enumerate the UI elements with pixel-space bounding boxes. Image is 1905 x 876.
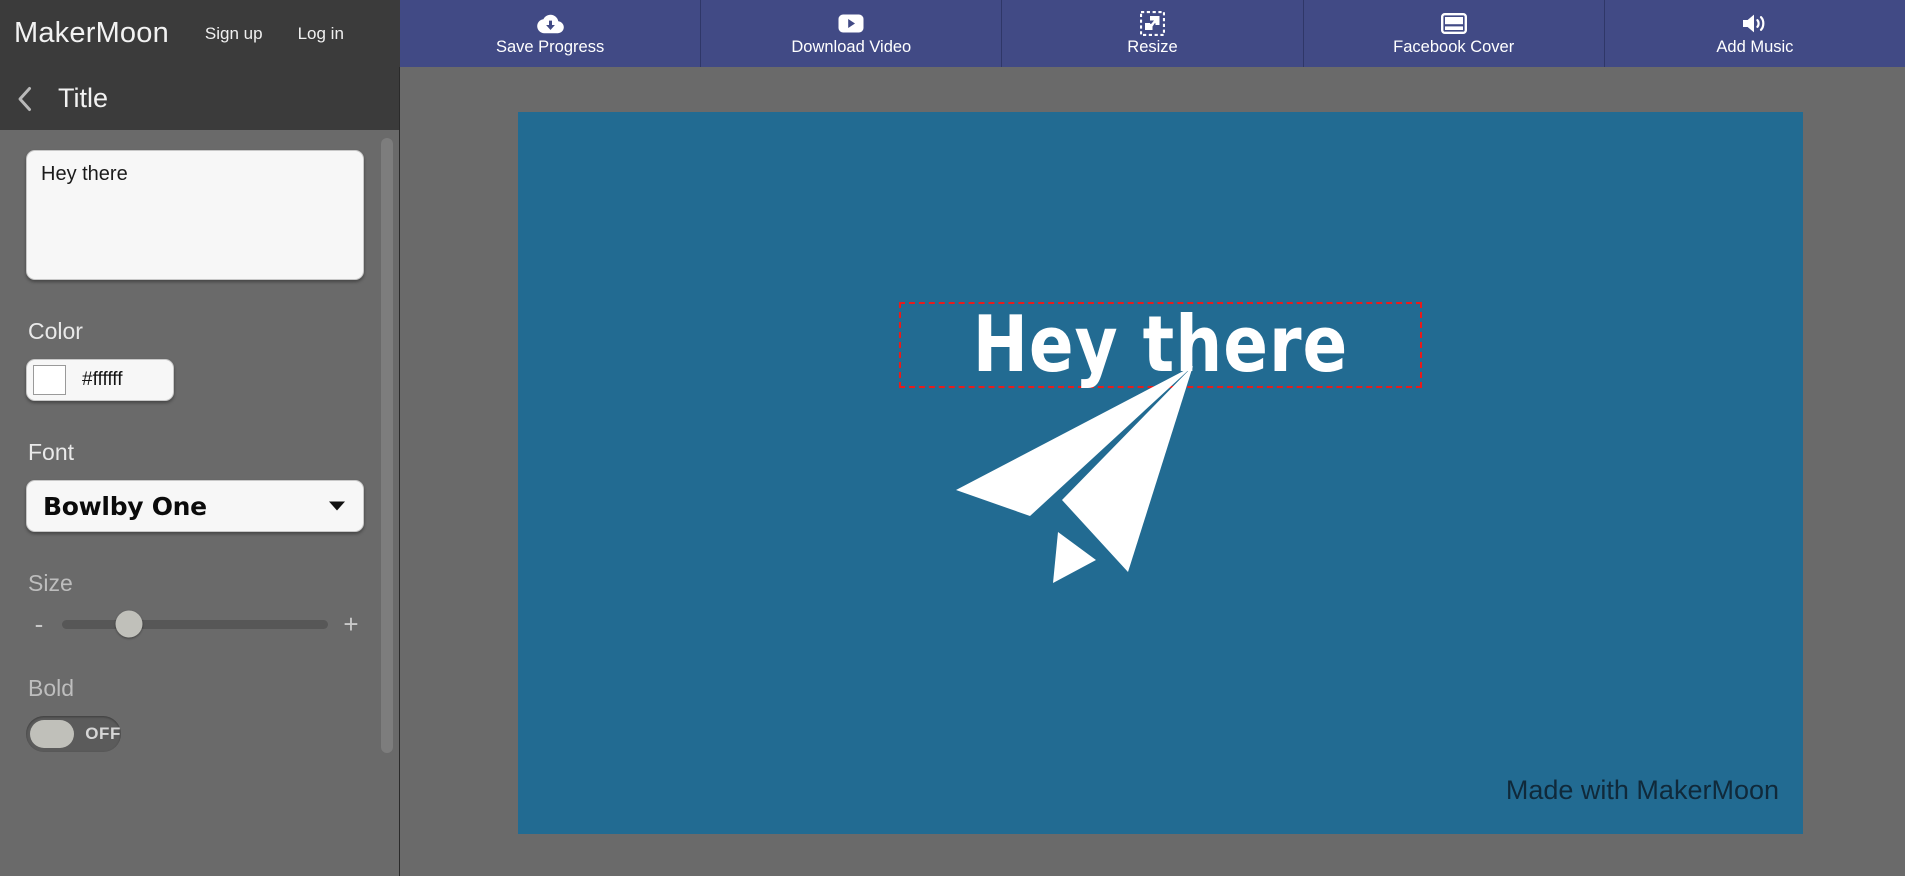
size-label: Size <box>28 570 73 596</box>
color-label: Color <box>28 318 83 344</box>
panel-body: Color #ffffff Font Bowlby One Size - + B… <box>0 130 399 752</box>
size-slider-track[interactable] <box>62 610 328 638</box>
add-music-button[interactable]: Add Music <box>1604 0 1905 67</box>
color-hex-value: #ffffff <box>82 369 123 390</box>
bold-toggle-state: OFF <box>85 724 121 743</box>
settings-sidebar: Title Color #ffffff Font Bowlby One Size… <box>0 67 400 876</box>
size-slider-row: - + <box>26 610 364 638</box>
page-title: Title <box>58 83 109 113</box>
login-link[interactable]: Log in <box>298 24 344 44</box>
size-slider-thumb[interactable] <box>115 610 142 638</box>
bold-toggle-knob <box>30 720 75 748</box>
watermark: Made with MakerMoon <box>1505 775 1779 805</box>
font-label: Font <box>28 439 75 465</box>
bold-label: Bold <box>28 675 75 701</box>
video-play-icon <box>838 12 864 36</box>
color-picker[interactable]: #ffffff <box>26 359 174 401</box>
workspace: Hey there Made with MakerMoon <box>401 67 1905 876</box>
title-text-input[interactable] <box>26 150 364 280</box>
resize-button[interactable]: Resize <box>1002 0 1304 67</box>
chevron-left-icon[interactable] <box>14 84 36 114</box>
download-video-label: Download Video <box>791 37 912 56</box>
paper-plane-icon[interactable] <box>950 364 1200 589</box>
app-brand: MakerMoon <box>14 17 169 49</box>
chevron-down-icon[interactable] <box>329 501 345 511</box>
cloud-download-icon <box>536 12 564 36</box>
resize-icon <box>1140 11 1165 37</box>
facebook-cover-button[interactable]: Facebook Cover <box>1303 0 1605 67</box>
size-increase-button[interactable]: + <box>338 611 364 637</box>
speaker-volume-icon <box>1741 12 1769 36</box>
font-selected-value: Bowlby One <box>43 491 207 521</box>
font-select[interactable]: Bowlby One <box>26 480 364 532</box>
resize-label: Resize <box>1127 37 1178 56</box>
bold-toggle[interactable]: OFF <box>26 716 121 752</box>
sidebar-scrollbar-thumb[interactable] <box>381 138 393 753</box>
design-canvas[interactable]: Hey there Made with MakerMoon <box>518 112 1803 834</box>
panel-header: Title <box>0 67 399 130</box>
add-music-label: Add Music <box>1716 37 1794 56</box>
color-swatch[interactable] <box>33 365 66 395</box>
main-toolbar: Save Progress Download Video Resize Face… <box>400 0 1905 67</box>
signup-link[interactable]: Sign up <box>205 24 263 44</box>
save-progress-label: Save Progress <box>495 37 605 56</box>
cover-layout-icon <box>1440 12 1467 36</box>
sidebar-scrollbar[interactable] <box>381 130 393 876</box>
size-decrease-button[interactable]: - <box>26 611 52 637</box>
facebook-cover-label: Facebook Cover <box>1393 37 1515 56</box>
auth-links: Sign up Log in <box>205 24 344 44</box>
save-progress-button[interactable]: Save Progress <box>400 0 702 67</box>
app-root: MakerMoon Sign up Log in Save Progress D… <box>0 0 1905 876</box>
top-bar: MakerMoon Sign up Log in Save Progress D… <box>0 0 1905 67</box>
download-video-button[interactable]: Download Video <box>701 0 1003 67</box>
brand-zone: MakerMoon Sign up Log in <box>0 0 400 67</box>
